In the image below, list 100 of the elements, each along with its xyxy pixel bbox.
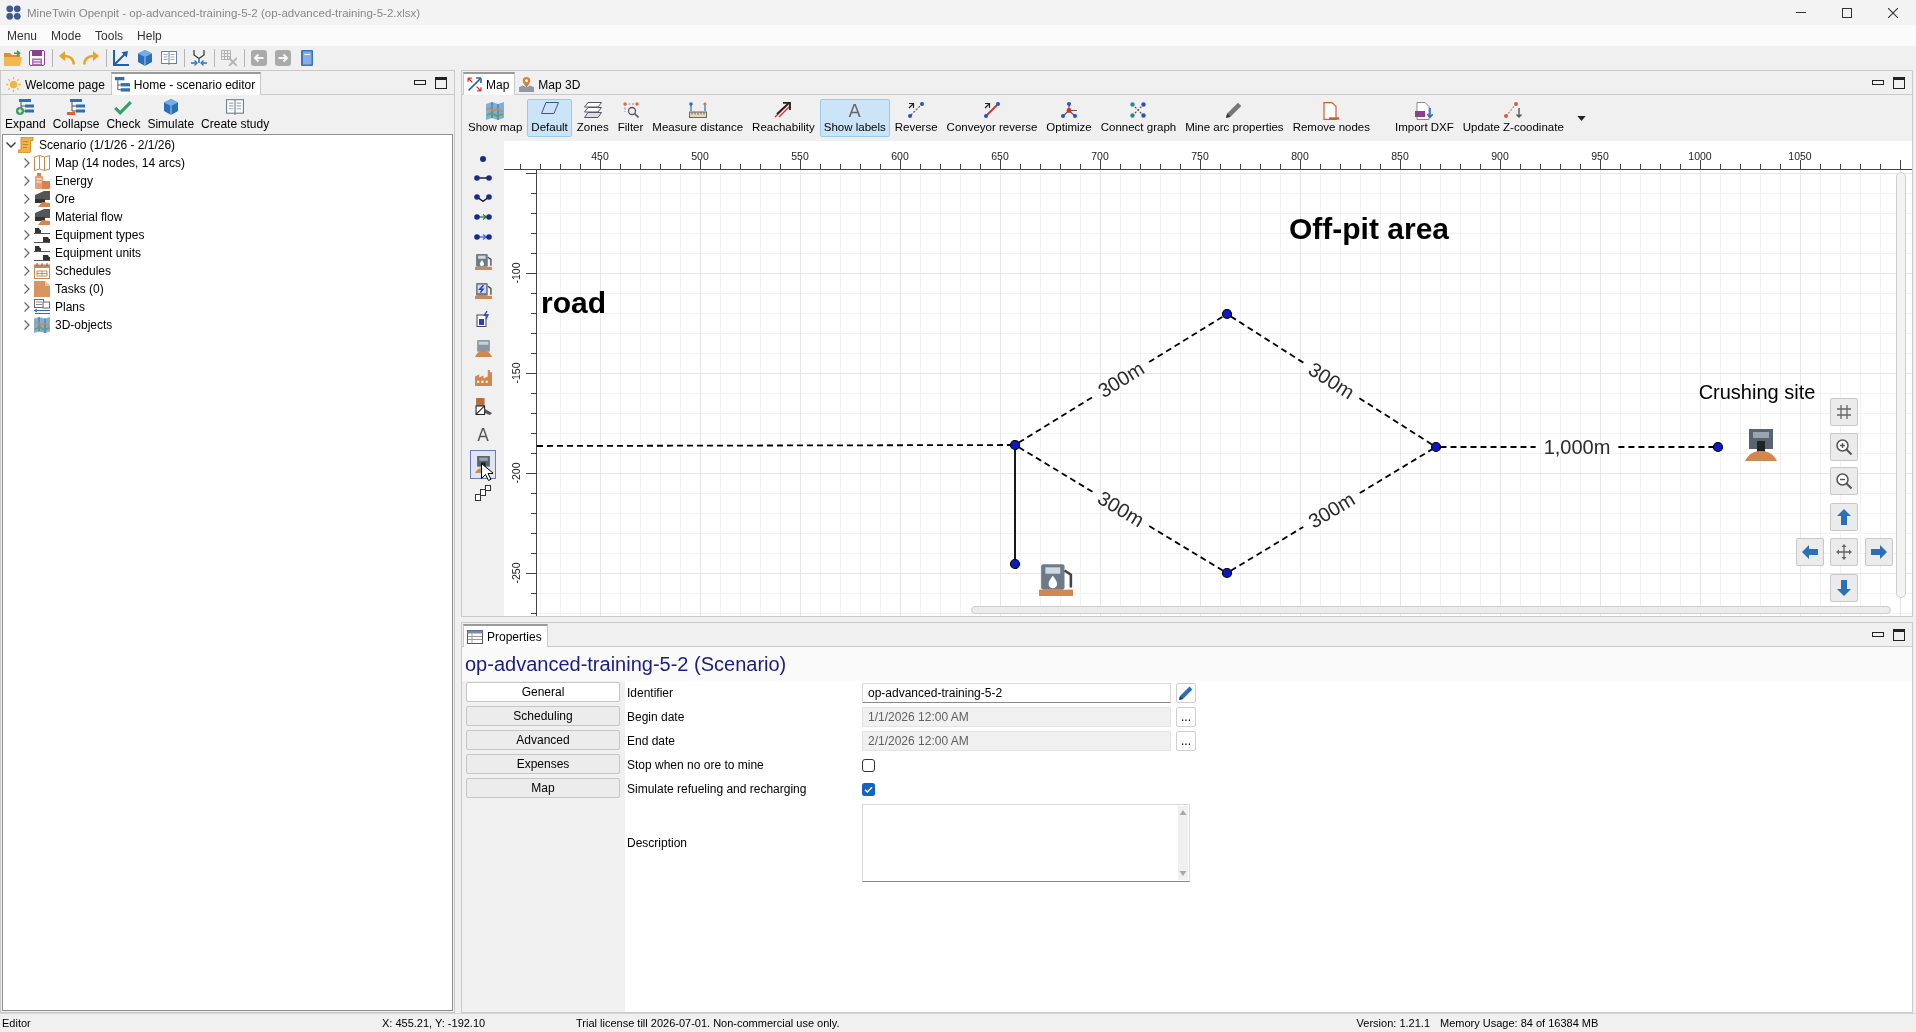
menu-item[interactable]: Mode xyxy=(44,28,89,43)
chevron-right-icon[interactable] xyxy=(24,158,30,168)
map-node xyxy=(1712,441,1724,453)
vertical-scrollbar[interactable] xyxy=(1178,806,1188,880)
menu-item[interactable]: Tools xyxy=(88,28,131,43)
measure-distance-button[interactable]: Measure distance xyxy=(648,99,748,137)
tree-item[interactable]: Equipment units xyxy=(55,246,142,260)
maximize-button[interactable] xyxy=(1892,627,1906,642)
import-button[interactable]: Import DXF xyxy=(1391,99,1458,137)
center-button[interactable] xyxy=(1830,538,1858,566)
show-map-button[interactable]: Show map xyxy=(464,99,527,137)
save-button[interactable] xyxy=(26,47,48,69)
arrow-up-icon xyxy=(1837,509,1851,525)
connect-graph-button[interactable]: Connect graph xyxy=(1096,99,1181,137)
section-button[interactable]: Map xyxy=(466,778,620,798)
default-mode-button[interactable]: Default xyxy=(527,99,572,137)
section-button[interactable]: Advanced xyxy=(466,730,620,750)
simulate-button[interactable]: Simulate xyxy=(145,95,197,134)
caret-icon xyxy=(1576,115,1586,121)
create-study-button[interactable]: Create study xyxy=(199,95,272,134)
pan-left-button[interactable] xyxy=(1796,538,1824,566)
area-label: Off-pit area xyxy=(1289,211,1449,245)
tree-item[interactable]: Map (14 nodes, 14 arcs) xyxy=(55,156,186,170)
section-button[interactable]: General xyxy=(466,682,620,702)
map-node xyxy=(1430,441,1442,453)
filter-button[interactable]: Filter xyxy=(613,99,648,137)
tree-item[interactable]: 3D-objects xyxy=(55,318,113,332)
chevron-right-icon[interactable] xyxy=(24,230,30,240)
tree-item[interactable]: Equipment types xyxy=(55,228,145,242)
chevron-right-icon[interactable] xyxy=(24,194,30,204)
overflow-button[interactable] xyxy=(1576,115,1586,121)
minimize-icon xyxy=(1872,632,1884,637)
pencil-icon xyxy=(1179,686,1193,700)
optimize-button[interactable]: Optimize xyxy=(1042,99,1096,137)
tab[interactable]: Properties xyxy=(463,624,548,647)
tree-item[interactable]: Energy xyxy=(55,174,94,188)
maximize-button[interactable] xyxy=(1892,75,1906,90)
check-button[interactable]: Check xyxy=(104,95,143,134)
tab[interactable]: Home - scenario editor xyxy=(110,72,262,95)
tab[interactable]: Map xyxy=(463,72,516,95)
checkbox[interactable] xyxy=(862,758,875,772)
show-labels-button[interactable]: A Show labels xyxy=(819,99,890,137)
chevron-right-icon[interactable] xyxy=(24,176,30,186)
open-button[interactable] xyxy=(2,47,24,69)
chevron-down-icon[interactable] xyxy=(6,142,16,148)
pan-down-button[interactable] xyxy=(1830,574,1858,602)
chevron-right-icon[interactable] xyxy=(24,248,30,258)
folder-icon xyxy=(4,50,22,66)
collapse-button[interactable]: Collapse xyxy=(50,95,102,134)
chevron-right-icon[interactable] xyxy=(24,320,30,330)
menu-item[interactable]: Help xyxy=(130,28,169,43)
pan-up-button[interactable] xyxy=(1830,503,1858,531)
section-button[interactable]: Expenses xyxy=(466,754,620,774)
tree-item[interactable]: Material flow xyxy=(55,210,123,224)
notebook-icon xyxy=(301,50,313,66)
expand-button[interactable]: Expand xyxy=(3,95,48,134)
description-field[interactable] xyxy=(862,804,1190,882)
reachability-button[interactable]: Reachability xyxy=(748,99,819,137)
conveyor-reverse-button[interactable]: Conveyor reverse xyxy=(942,99,1042,137)
blocks-icon xyxy=(475,485,491,501)
tree-item[interactable]: Schedules xyxy=(55,264,112,278)
cube-icon xyxy=(162,99,179,115)
draw-button[interactable] xyxy=(110,47,132,69)
chevron-right-icon[interactable] xyxy=(24,284,30,294)
ruler-label: 700 xyxy=(1091,150,1109,162)
chevron-right-icon[interactable] xyxy=(24,212,30,222)
reverse-button[interactable]: Reverse xyxy=(890,99,942,137)
tree-item[interactable]: Plans xyxy=(55,300,86,314)
arc-label: 300m xyxy=(1304,487,1359,533)
grid-button[interactable] xyxy=(1830,398,1858,426)
update-elevation-button[interactable]: Update Z-coodinate xyxy=(1458,99,1568,137)
conveyor-arc-icon xyxy=(983,102,1000,118)
tree-item[interactable]: Ore xyxy=(55,192,75,206)
arc-properties-button[interactable]: Mine arc properties xyxy=(1181,99,1288,137)
tab[interactable]: Welcome page xyxy=(2,73,111,95)
maximize-button[interactable] xyxy=(434,75,448,90)
line-down-arrow-icon xyxy=(1504,102,1523,118)
tree-plus-icon xyxy=(16,99,35,115)
version-text: Version: 1.21.1 xyxy=(1356,1017,1430,1029)
scroll-icon xyxy=(18,137,34,153)
section-button[interactable]: Scheduling xyxy=(466,706,620,726)
map-tool-button[interactable]: A xyxy=(470,420,496,450)
calendar-icon xyxy=(34,263,50,279)
edit-button[interactable] xyxy=(1176,683,1196,703)
ruler-label: 500 xyxy=(691,150,709,162)
tree-item[interactable]: Scenario (1/1/26 - 2/1/26) xyxy=(39,138,176,152)
zoom-out-button[interactable] xyxy=(1830,467,1858,495)
chevron-right-icon[interactable] xyxy=(24,302,30,312)
zoom-in-button[interactable] xyxy=(1830,433,1858,461)
zones-button[interactable]: Zones xyxy=(572,99,613,137)
site-label: Crushing site xyxy=(1698,381,1816,403)
ruler-label: 650 xyxy=(991,150,1009,162)
tab[interactable]: Map 3D xyxy=(515,73,587,95)
text-field[interactable]: op-advanced-training-5-2 xyxy=(862,683,1171,703)
chevron-right-icon[interactable] xyxy=(24,266,30,276)
checkbox[interactable] xyxy=(862,782,875,796)
menu-item[interactable]: Menu xyxy=(0,28,45,43)
pan-right-button[interactable] xyxy=(1865,538,1893,566)
remove-nodes-button[interactable]: Remove nodes xyxy=(1288,99,1374,137)
tree-item[interactable]: Tasks (0) xyxy=(55,282,104,296)
